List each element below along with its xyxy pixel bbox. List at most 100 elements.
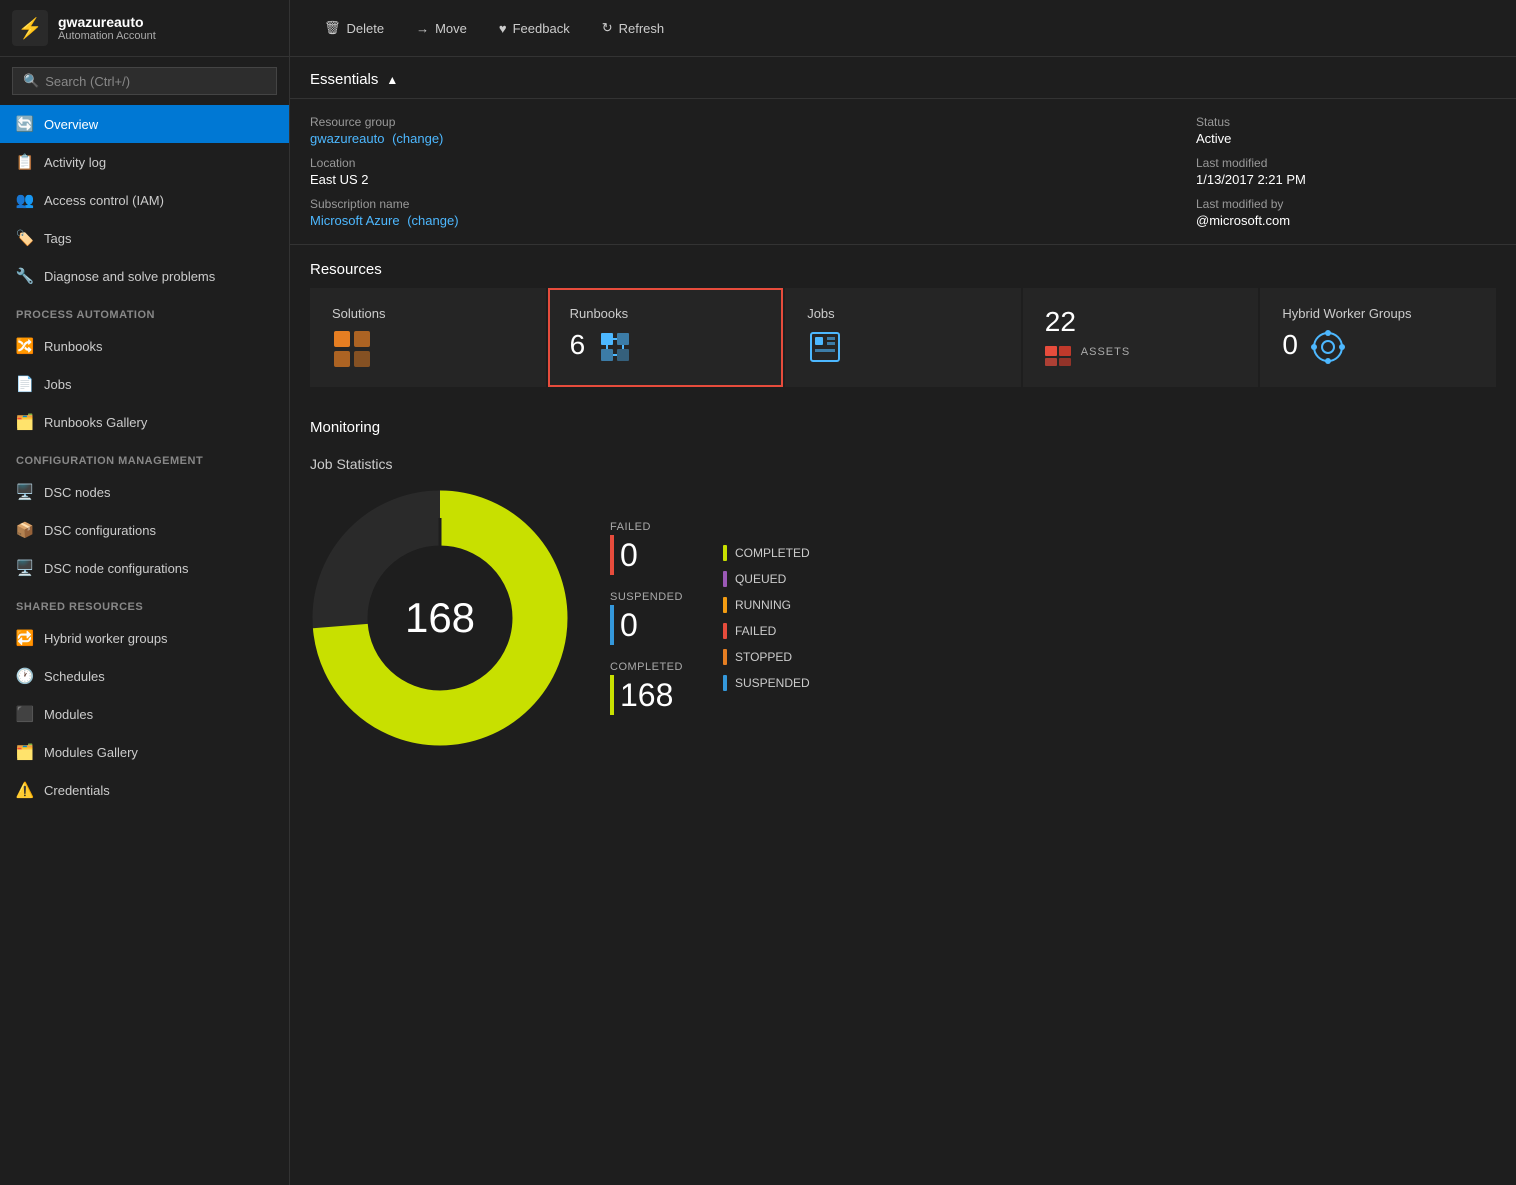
- feedback-button[interactable]: ♥ Feedback: [485, 13, 584, 44]
- runbooks-card-title: Runbooks: [570, 306, 629, 321]
- job-stats-title: Job Statistics: [310, 446, 1496, 488]
- essentials-last-modified: Last modified 1/13/2017 2:21 PM: [1196, 156, 1496, 187]
- delete-label: Delete: [347, 21, 385, 36]
- sidebar-item-modules[interactable]: ⬛ Modules: [0, 695, 289, 733]
- jobs-card-title: Jobs: [807, 306, 834, 321]
- runbooks-icon: [597, 329, 633, 365]
- sidebar-item-label: Modules: [44, 707, 93, 722]
- subscription-value: Microsoft Azure (change): [310, 213, 1156, 228]
- legend-suspended-dot: [723, 675, 727, 691]
- last-modified-label: Last modified: [1196, 156, 1496, 170]
- access-control-icon: 👥: [16, 191, 34, 209]
- sidebar-item-dsc-node-configs[interactable]: 🖥️ DSC node configurations: [0, 549, 289, 587]
- completed-bar: [610, 675, 614, 715]
- sidebar-item-modules-gallery[interactable]: 🗂️ Modules Gallery: [0, 733, 289, 771]
- feedback-icon: ♥: [499, 21, 507, 36]
- legend-completed-dot: [723, 545, 727, 561]
- subscription-link[interactable]: Microsoft Azure: [310, 213, 400, 228]
- donut-total: 168: [405, 594, 475, 642]
- legend-failed: FAILED: [723, 623, 810, 639]
- last-modified-by-value: @microsoft.com: [1196, 213, 1496, 228]
- move-button[interactable]: → Move: [402, 13, 481, 44]
- completed-bar-row: 168: [610, 675, 683, 715]
- dsc-node-configs-icon: 🖥️: [16, 559, 34, 577]
- resource-group-change[interactable]: (change): [392, 131, 443, 146]
- main-content: 🗑 Delete → Move ♥ Feedback ↻ Refresh Ess…: [290, 0, 1516, 1185]
- failed-bar: [610, 535, 614, 575]
- refresh-button[interactable]: ↻ Refresh: [588, 12, 678, 44]
- sidebar-item-runbooks-gallery[interactable]: 🗂️ Runbooks Gallery: [0, 403, 289, 441]
- suspended-value: 0: [620, 609, 638, 641]
- subscription-change[interactable]: (change): [407, 213, 458, 228]
- hybrid-row: 0: [1282, 329, 1474, 365]
- failed-bar-row: 0: [610, 535, 683, 575]
- suspended-label: SUSPENDED: [610, 591, 683, 603]
- sidebar-item-tags[interactable]: 🏷️ Tags: [0, 219, 289, 257]
- completed-label: COMPLETED: [610, 661, 683, 673]
- app-subtitle: Automation Account: [58, 30, 156, 42]
- sidebar-item-label: Schedules: [44, 669, 105, 684]
- dsc-nodes-icon: 🖥️: [16, 483, 34, 501]
- stat-failed: FAILED 0: [610, 521, 683, 575]
- sidebar-item-label: Credentials: [44, 783, 110, 798]
- job-stats-body: 168 FAILED 0 SUSPENDED: [310, 488, 1496, 768]
- legend-running-dot: [723, 597, 727, 613]
- sidebar-item-schedules[interactable]: 🕐 Schedules: [0, 657, 289, 695]
- resource-card-solutions[interactable]: Solutions: [310, 288, 546, 387]
- search-input[interactable]: [45, 74, 266, 89]
- sidebar-item-label: Modules Gallery: [44, 745, 138, 760]
- search-box[interactable]: 🔍: [12, 67, 277, 95]
- refresh-label: Refresh: [619, 21, 665, 36]
- essentials-resource-group: Resource group gwazureauto (change): [310, 115, 1156, 146]
- hybrid-card-title: Hybrid Worker Groups: [1282, 306, 1411, 321]
- sidebar-item-dsc-nodes[interactable]: 🖥️ DSC nodes: [0, 473, 289, 511]
- app-title: gwazureauto Automation Account: [58, 14, 156, 42]
- sidebar-item-label: Overview: [44, 117, 98, 132]
- resource-card-assets[interactable]: 22 ASSETS: [1023, 288, 1259, 387]
- essentials-collapse-icon[interactable]: ▲: [386, 73, 398, 87]
- move-label: Move: [435, 21, 467, 36]
- status-value: Active: [1196, 131, 1496, 146]
- sidebar-item-jobs[interactable]: 📄 Jobs: [0, 365, 289, 403]
- legend-failed-dot: [723, 623, 727, 639]
- legend-running: RUNNING: [723, 597, 810, 613]
- sidebar-item-label: DSC nodes: [44, 485, 110, 500]
- assets-title: ASSETS: [1081, 346, 1130, 358]
- location-label: Location: [310, 156, 1156, 170]
- sidebar-item-access-control[interactable]: 👥 Access control (IAM): [0, 181, 289, 219]
- legend-suspended-label: SUSPENDED: [735, 676, 810, 690]
- move-icon: →: [416, 21, 429, 36]
- suspended-bar-row: 0: [610, 605, 683, 645]
- runbooks-row: 6: [570, 329, 762, 365]
- sidebar-item-label: Runbooks: [44, 339, 103, 354]
- sidebar-item-runbooks[interactable]: 🔀 Runbooks: [0, 327, 289, 365]
- location-value: East US 2: [310, 172, 1156, 187]
- solutions-icon: [332, 329, 372, 369]
- resource-group-link[interactable]: gwazureauto: [310, 131, 384, 146]
- legend-failed-label: FAILED: [735, 624, 776, 638]
- diagnose-icon: 🔧: [16, 267, 34, 285]
- delete-button[interactable]: 🗑 Delete: [310, 12, 398, 44]
- resource-card-runbooks[interactable]: Runbooks 6: [548, 288, 784, 387]
- stat-block-left: FAILED 0 SUSPENDED 0: [610, 521, 683, 715]
- legend-stopped: STOPPED: [723, 649, 810, 665]
- solutions-row: [332, 329, 524, 369]
- sidebar-item-dsc-configs[interactable]: 📦 DSC configurations: [0, 511, 289, 549]
- essentials-body: Resource group gwazureauto (change) Loca…: [290, 99, 1516, 245]
- jobs-icon: 📄: [16, 375, 34, 393]
- status-label: Status: [1196, 115, 1496, 129]
- sidebar-item-activity-log[interactable]: 📋 Activity log: [0, 143, 289, 181]
- resource-card-hybrid[interactable]: Hybrid Worker Groups 0: [1260, 288, 1496, 387]
- sidebar-item-credentials[interactable]: ⚠️ Credentials: [0, 771, 289, 809]
- sidebar-item-hybrid-worker[interactable]: 🔁 Hybrid worker groups: [0, 619, 289, 657]
- sidebar-item-diagnose[interactable]: 🔧 Diagnose and solve problems: [0, 257, 289, 295]
- assets-count: 22: [1045, 306, 1076, 338]
- sidebar-item-overview[interactable]: 🔄 Overview: [0, 105, 289, 143]
- monitoring-section: Job Statistics 168: [290, 446, 1516, 768]
- essentials-header[interactable]: Essentials ▲: [290, 57, 1516, 99]
- legend-stopped-label: STOPPED: [735, 650, 792, 664]
- essentials-last-modified-by: Last modified by @microsoft.com: [1196, 197, 1496, 228]
- resource-card-jobs[interactable]: Jobs: [785, 288, 1021, 387]
- hybrid-worker-icon: 🔁: [16, 629, 34, 647]
- overview-icon: 🔄: [16, 115, 34, 133]
